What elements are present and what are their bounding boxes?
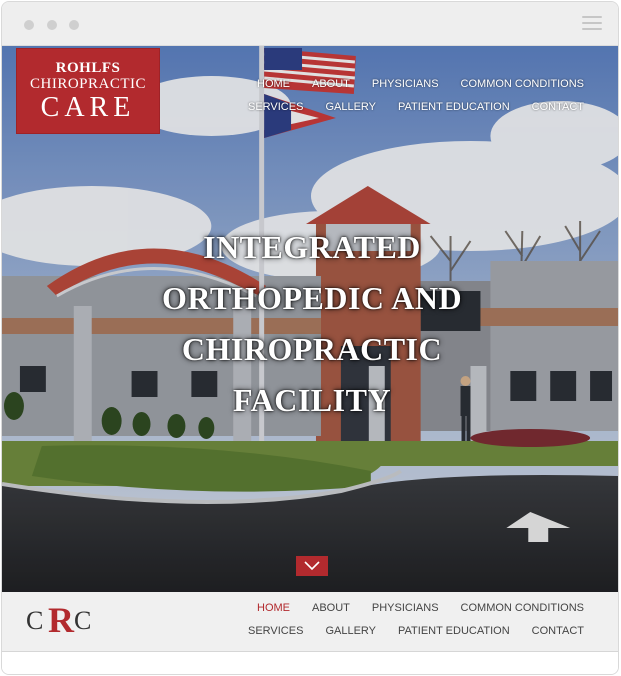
hamburger-menu-icon[interactable] [582, 16, 602, 32]
sticky-nav-contact[interactable]: CONTACT [532, 625, 584, 637]
nav-common-conditions[interactable]: COMMON CONDITIONS [461, 78, 584, 90]
monogram-c-left: C [26, 606, 44, 635]
sticky-nav-about[interactable]: ABOUT [312, 602, 350, 614]
headline-line-2: ORTHOPEDIC AND [161, 280, 463, 316]
sticky-nav-services[interactable]: SERVICES [248, 625, 303, 637]
hero-section: ROHLFS CHIROPRACTIC CARE HOME ABOUT PHYS… [2, 46, 618, 592]
site-logo[interactable]: ROHLFS CHIROPRACTIC CARE [16, 48, 160, 134]
nav-services[interactable]: SERVICES [248, 101, 303, 113]
scroll-down-button[interactable] [296, 556, 328, 576]
sticky-nav-gallery[interactable]: GALLERY [325, 625, 376, 637]
chevron-down-icon [304, 561, 320, 571]
nav-physicians[interactable]: PHYSICIANS [372, 78, 439, 90]
headline-line-4: FACILITY [232, 382, 392, 418]
sticky-nav-home[interactable]: HOME [257, 602, 290, 614]
browser-titlebar [2, 2, 618, 46]
window-minimize-dot[interactable] [47, 20, 57, 30]
browser-window: ROHLFS CHIROPRACTIC CARE HOME ABOUT PHYS… [1, 1, 619, 675]
headline-line-1: INTEGRATED [203, 229, 421, 265]
headline-line-3: CHIROPRACTIC [181, 331, 443, 367]
logo-line-care: CARE [40, 92, 136, 123]
window-close-dot[interactable] [24, 20, 34, 30]
sticky-main-nav: HOME ABOUT PHYSICIANS COMMON CONDITIONS … [248, 596, 584, 642]
nav-gallery[interactable]: GALLERY [325, 101, 376, 113]
nav-contact[interactable]: CONTACT [532, 101, 584, 113]
hero-main-nav: HOME ABOUT PHYSICIANS COMMON CONDITIONS … [248, 72, 584, 118]
sticky-nav-physicians[interactable]: PHYSICIANS [372, 602, 439, 614]
monogram-c-right: C [74, 606, 92, 635]
nav-home[interactable]: HOME [257, 78, 290, 90]
monogram-r: R [48, 600, 74, 640]
logo-line-chiropractic: CHIROPRACTIC [29, 76, 147, 92]
hero-headline: INTEGRATED ORTHOPEDIC AND CHIROPRACTIC F… [112, 222, 512, 426]
sticky-nav-common-conditions[interactable]: COMMON CONDITIONS [461, 602, 584, 614]
sticky-nav-patient-education[interactable]: PATIENT EDUCATION [398, 625, 510, 637]
page-content-area [2, 653, 618, 674]
logo-line-rohlfs: ROHLFS [55, 60, 121, 76]
window-maximize-dot[interactable] [69, 20, 79, 30]
nav-patient-education[interactable]: PATIENT EDUCATION [398, 101, 510, 113]
sticky-header-bar: C R C HOME ABOUT PHYSICIANS COMMON CONDI… [2, 592, 618, 652]
nav-about[interactable]: ABOUT [312, 78, 350, 90]
crc-monogram-logo[interactable]: C R C [26, 600, 98, 644]
